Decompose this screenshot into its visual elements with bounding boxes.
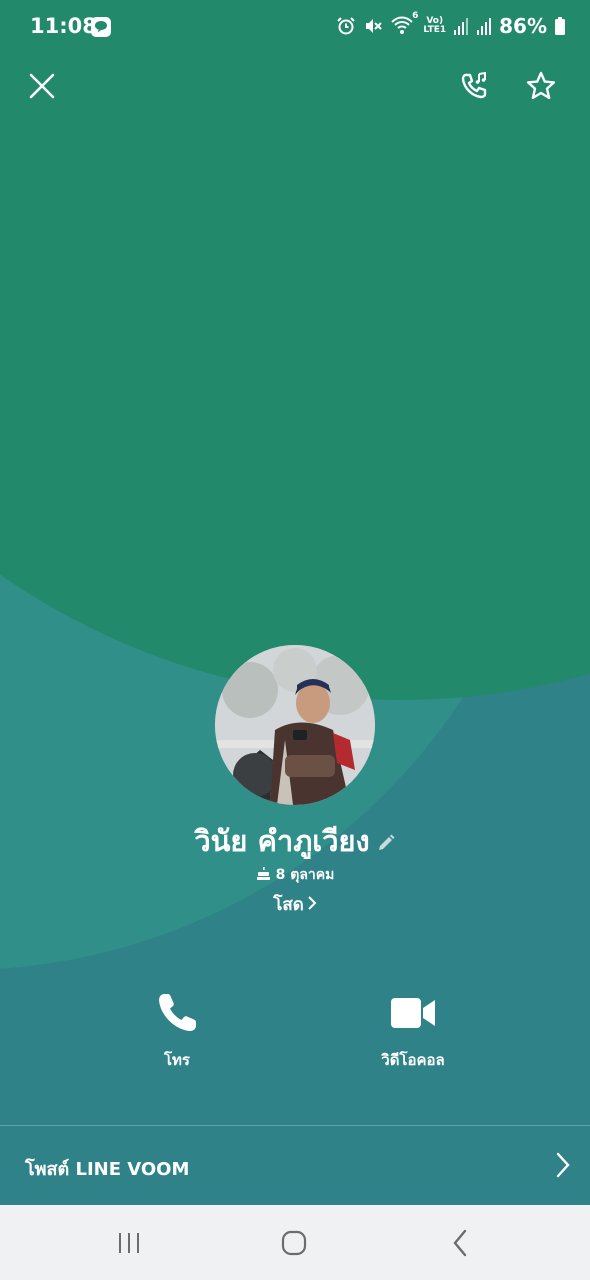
phone-icon — [159, 994, 196, 1031]
battery-icon — [554, 16, 566, 36]
home-icon — [281, 1230, 307, 1256]
wifi-badge: 6 — [412, 11, 419, 21]
avatar[interactable] — [215, 645, 375, 805]
voice-call-button[interactable]: โทร — [107, 990, 247, 1072]
line-app-icon — [90, 16, 112, 38]
system-navigation-bar — [0, 1205, 590, 1280]
volte-icon: Vo) LTE1 — [423, 17, 446, 35]
recents-icon — [119, 1233, 139, 1253]
line-voom-label: โพสต์ LINE VOOM — [25, 1159, 190, 1180]
close-icon — [29, 73, 55, 99]
cake-icon — [256, 867, 270, 880]
video-call-label: วิดีโอคอล — [381, 1051, 445, 1069]
chevron-right-icon — [308, 896, 317, 910]
volte-label-bottom: LTE1 — [423, 25, 447, 35]
voice-call-label: โทร — [163, 1051, 190, 1069]
status-icons: 6 Vo) LTE1 86% — [336, 11, 566, 38]
chevron-right-icon — [556, 1152, 570, 1178]
signal-icon — [476, 16, 492, 36]
status-bar: 11:08 6 Vo) LTE1 86% — [0, 0, 590, 56]
home-button[interactable] — [264, 1219, 324, 1267]
close-button[interactable] — [18, 62, 66, 110]
edit-name-button[interactable] — [376, 826, 396, 860]
profile-name-row: วินัย คำภูเวียง — [0, 818, 590, 864]
status-message-text: โสด — [273, 895, 304, 915]
wifi-icon: 6 — [390, 11, 418, 37]
profile-name: วินัย คำภูเวียง — [194, 824, 370, 858]
video-call-button[interactable]: วิดีโอคอล — [343, 990, 483, 1072]
mute-icon — [363, 16, 383, 36]
birthday-text: 8 ตุลาคม — [275, 867, 335, 883]
background-top-shape — [0, 0, 590, 700]
birthday-row: 8 ตุลาคม — [0, 864, 590, 886]
alarm-icon — [336, 16, 356, 36]
profile-photo — [215, 645, 375, 805]
back-icon — [453, 1229, 467, 1257]
battery-percent: 86% — [499, 14, 547, 38]
favorite-button[interactable] — [517, 62, 565, 110]
line-voom-posts-row[interactable]: โพสต์ LINE VOOM — [0, 1125, 590, 1206]
ringtone-icon — [461, 71, 487, 99]
pencil-icon — [378, 834, 395, 850]
status-time: 11:08 — [30, 14, 97, 38]
signal-icon — [453, 16, 469, 36]
profile-background — [0, 0, 590, 1205]
back-button[interactable] — [430, 1219, 490, 1267]
star-icon — [526, 71, 556, 99]
status-message-link[interactable]: โสด — [0, 891, 590, 918]
video-camera-icon — [391, 998, 435, 1028]
ringtone-button[interactable] — [450, 62, 498, 110]
recents-button[interactable] — [99, 1219, 159, 1267]
